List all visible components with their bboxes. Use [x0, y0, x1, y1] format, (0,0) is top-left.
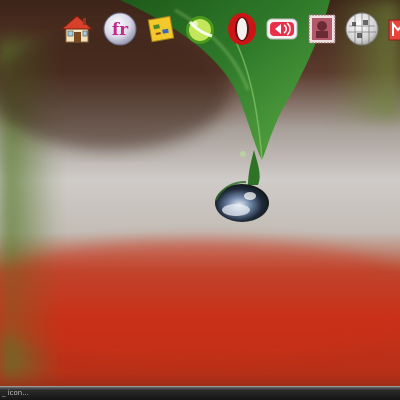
taskbar: _ icon...: [0, 386, 400, 400]
fr-logo-icon: fr: [103, 12, 137, 46]
speaker-app-icon: [266, 18, 298, 40]
dock-item-lime[interactable]: [181, 10, 219, 48]
taskbar-item[interactable]: _ icon...: [2, 388, 72, 399]
dock-item-notes[interactable]: [142, 10, 180, 48]
fr-logo-text: fr: [112, 20, 129, 40]
wallpaper: [0, 0, 400, 400]
desktop: fr _ icon...: [0, 0, 400, 400]
dock-item-wikipedia[interactable]: [343, 10, 381, 48]
opera-icon: [228, 13, 256, 45]
sticky-note-icon: [147, 15, 175, 43]
stamp-icon: [308, 14, 336, 44]
wikipedia-globe-icon: [345, 12, 379, 46]
app-dock: fr: [58, 10, 400, 50]
dock-item-fr[interactable]: fr: [101, 10, 139, 48]
dock-item-opera[interactable]: [223, 10, 261, 48]
dock-item-stamp[interactable]: [303, 10, 341, 48]
dock-item-partial[interactable]: [386, 10, 400, 48]
dock-item-home[interactable]: [58, 10, 96, 48]
dock-item-speaker[interactable]: [263, 10, 301, 48]
home-icon: [60, 15, 94, 43]
lime-icon: [186, 16, 214, 44]
partial-app-icon: [388, 19, 400, 41]
